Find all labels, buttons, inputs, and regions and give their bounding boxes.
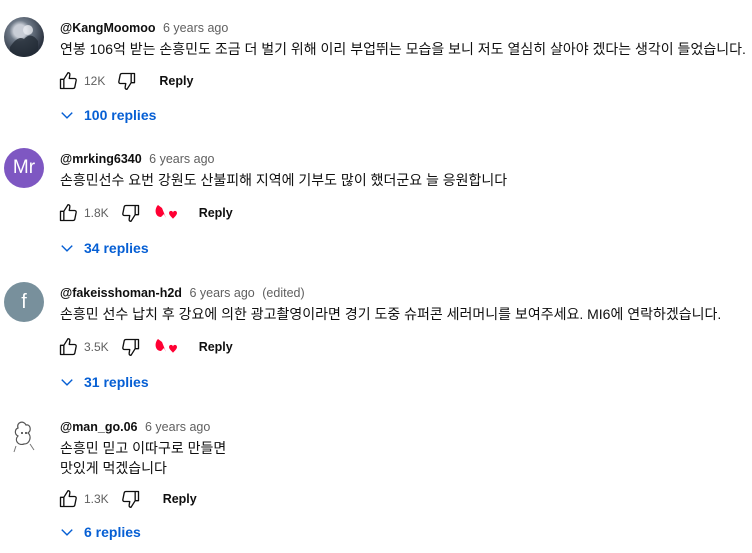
view-replies-button[interactable]: 6 replies [60,522,141,542]
comment-header: @KangMoomoo 6 years ago [60,20,228,36]
creator-heart-icon [153,201,179,225]
reply-button[interactable]: Reply [159,74,193,88]
comment-time[interactable]: 6 years ago [145,420,210,434]
avatar[interactable] [4,17,44,57]
replies-count-label: 31 replies [84,374,149,390]
replies-count-label: 6 replies [84,524,141,540]
view-replies-button[interactable]: 34 replies [60,238,149,258]
avatar[interactable] [4,416,44,456]
like-count: 1.3K [84,492,109,506]
avatar[interactable]: Mr [4,148,44,188]
comment-time[interactable]: 6 years ago [189,286,254,300]
thumb-up-icon[interactable] [56,69,80,93]
thumb-up-icon[interactable] [56,487,80,511]
thumb-down-icon[interactable] [119,201,143,225]
thumb-up-icon[interactable] [56,201,80,225]
like-count: 12K [84,74,106,88]
comment-time[interactable]: 6 years ago [163,21,228,35]
comment-header: @mrking6340 6 years ago [60,151,214,167]
comment-actions: 1.8K Reply [56,201,233,225]
view-replies-button[interactable]: 100 replies [60,105,156,125]
reply-button[interactable]: Reply [199,206,233,220]
comment-text: 손흥민선수 요번 강원도 산불피해 지역에 기부도 많이 했더군요 늘 응원합니… [60,172,508,188]
comment-actions: 1.3K Reply [56,487,197,511]
comment-text: 손흥민 선수 납치 후 강요에 의한 광고촬영이라면 경기 도중 슈퍼콘 세러머… [60,306,722,322]
like-count: 1.8K [84,206,109,220]
comment-header: @fakeisshoman-h2d 6 years ago (edited) [60,285,305,301]
thumb-down-icon[interactable] [115,69,139,93]
comment-time[interactable]: 6 years ago [149,152,214,166]
comment-actions: 12K Reply [56,69,193,93]
doodle-avatar-icon [13,421,35,453]
view-replies-button[interactable]: 31 replies [60,372,149,392]
reply-button[interactable]: Reply [199,340,233,354]
reply-button[interactable]: Reply [163,492,197,506]
author-handle[interactable]: @man_go.06 [60,420,138,434]
thumb-down-icon[interactable] [119,487,143,511]
edited-label: (edited) [262,286,305,300]
creator-heart-icon [153,335,179,359]
like-count: 3.5K [84,340,109,354]
chevron-down-icon [61,112,73,119]
avatar-initials: f [21,290,27,313]
comment-text: 연봉 106억 받는 손흥민도 조금 더 벌기 위해 이리 부업뛰는 모습을 보… [60,41,746,57]
chevron-down-icon [61,245,73,252]
comment-header: @man_go.06 6 years ago [60,419,210,435]
comment-text: 손흥민 믿고 이따구로 만들면 맛있게 먹겠습니다 [60,440,227,476]
thumb-up-icon[interactable] [56,335,80,359]
replies-count-label: 34 replies [84,240,149,256]
avatar-initials: Mr [12,157,36,178]
author-handle[interactable]: @mrking6340 [60,152,142,166]
author-handle[interactable]: @fakeisshoman-h2d [60,286,182,300]
thumb-down-icon[interactable] [119,335,143,359]
replies-count-label: 100 replies [84,107,157,123]
chevron-down-icon [61,379,73,386]
chevron-down-icon [61,529,73,536]
comment-actions: 3.5K Reply [56,335,233,359]
author-handle[interactable]: @KangMoomoo [60,21,156,35]
avatar[interactable]: f [4,282,44,322]
avatar-photo-icon [10,25,38,57]
